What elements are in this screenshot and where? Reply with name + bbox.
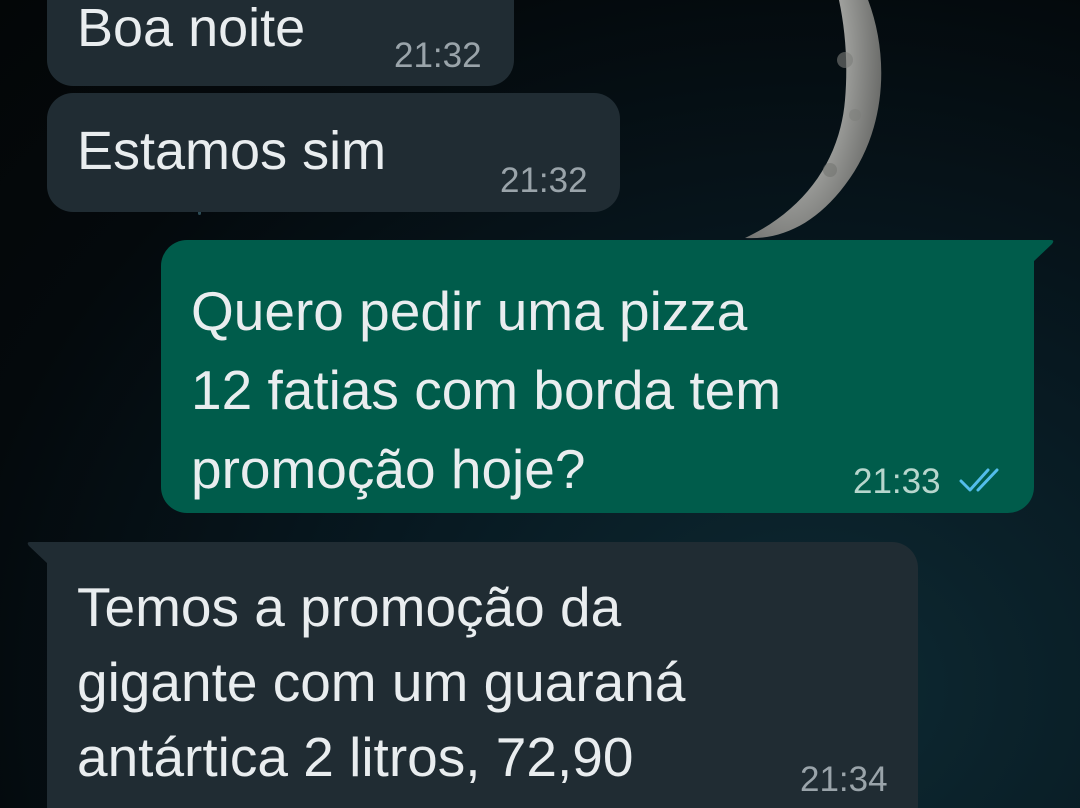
message-timestamp: 21:34 xyxy=(800,760,888,799)
message-text: Quero pedir uma pizza 12 fatias com bord… xyxy=(191,280,782,500)
bubble-tail-outgoing xyxy=(1033,240,1054,262)
bubble-tail-incoming xyxy=(27,542,48,564)
message-bubble-incoming[interactable]: Boa noite 21:32 xyxy=(47,0,514,86)
message-bubble-outgoing[interactable]: Quero pedir uma pizza 12 fatias com bord… xyxy=(161,240,1034,513)
message-text: Boa noite xyxy=(77,0,306,58)
message-text: Estamos sim xyxy=(77,121,387,181)
message-bubble-incoming[interactable]: Estamos sim 21:32 xyxy=(47,93,620,212)
double-check-read-icon xyxy=(959,468,999,492)
message-timestamp: 21:33 xyxy=(853,462,941,501)
message-timestamp: 21:32 xyxy=(394,36,482,75)
message-bubble-incoming[interactable]: Temos a promoção da gigante com um guara… xyxy=(47,542,918,808)
message-text: Temos a promoção da gigante com um guara… xyxy=(77,576,686,788)
crescent-moon-image xyxy=(745,0,882,239)
message-timestamp: 21:32 xyxy=(500,161,588,200)
